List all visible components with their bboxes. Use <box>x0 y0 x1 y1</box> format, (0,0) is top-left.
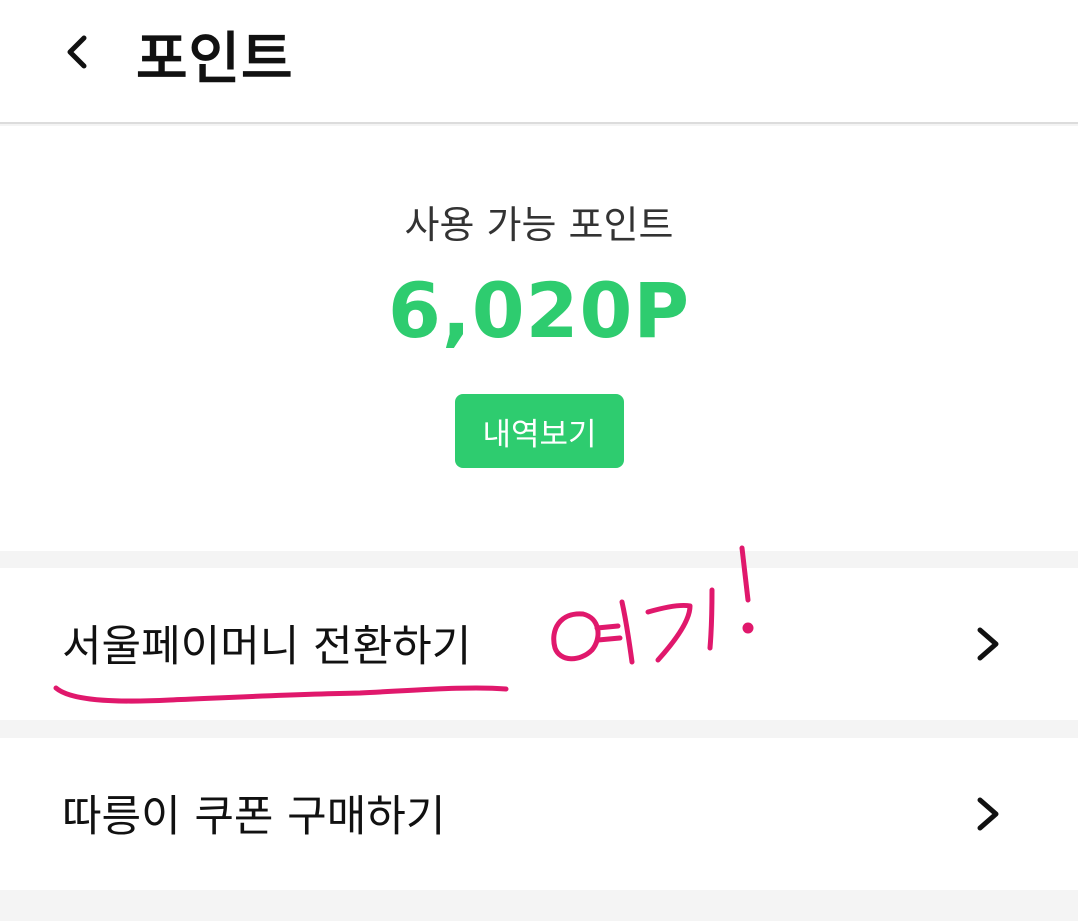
points-screen: 포인트 사용 가능 포인트 6,020P 내역보기 서울페이머니 전환하기 따릉… <box>0 0 1078 921</box>
app-header: 포인트 <box>0 0 1078 124</box>
view-history-button[interactable]: 내역보기 <box>455 394 624 468</box>
menu-item-seoulpay-convert[interactable]: 서울페이머니 전환하기 <box>0 568 1078 720</box>
menu-item-ttareungi-coupon[interactable]: 따릉이 쿠폰 구매하기 <box>0 738 1078 890</box>
back-button[interactable] <box>50 26 102 78</box>
menu-item-label: 따릉이 쿠폰 구매하기 <box>62 792 446 842</box>
points-summary: 사용 가능 포인트 6,020P 내역보기 <box>0 126 1078 551</box>
chevron-right-icon <box>977 627 999 661</box>
chevron-left-icon <box>67 35 87 69</box>
chevron-right-icon <box>977 797 999 831</box>
available-points-value: 6,020P <box>387 266 691 355</box>
available-points-label: 사용 가능 포인트 <box>404 203 674 247</box>
page-title: 포인트 <box>136 27 294 92</box>
menu-item-label: 서울페이머니 전환하기 <box>62 622 472 672</box>
